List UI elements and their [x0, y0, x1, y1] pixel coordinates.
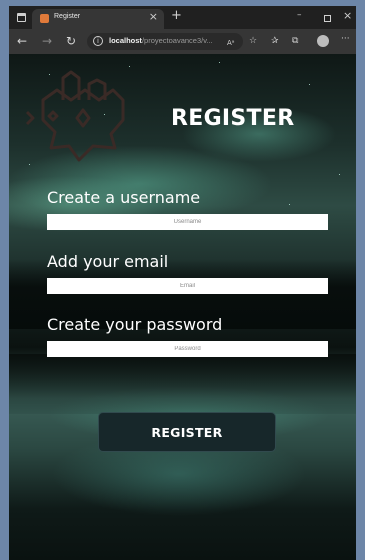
tab-close-icon[interactable]: × — [149, 10, 158, 23]
tab-title: Register — [54, 13, 81, 20]
password-label: Create your password — [47, 315, 223, 334]
favicon-icon — [40, 14, 49, 23]
back-arrow-icon[interactable]: ← — [17, 34, 27, 48]
username-label: Create a username — [47, 188, 201, 207]
read-aloud-icon[interactable]: Aᵃ — [227, 37, 235, 49]
username-input[interactable] — [47, 214, 328, 230]
collections-icon[interactable]: ⧉ — [292, 35, 298, 47]
address-toolbar: ← → ↻ i localhost/proyectoavance3/v... A… — [9, 29, 356, 54]
maximize-icon[interactable] — [324, 15, 331, 22]
new-tab-icon[interactable]: + — [171, 8, 182, 23]
star-plus-icon[interactable]: ☆ — [249, 35, 257, 47]
register-button[interactable]: REGISTER — [98, 412, 276, 452]
reload-icon[interactable]: ↻ — [66, 34, 76, 48]
minimize-icon[interactable]: – — [297, 10, 302, 20]
email-label: Add your email — [47, 252, 169, 271]
castle-logo-icon — [25, 70, 125, 162]
email-input[interactable] — [47, 278, 328, 294]
page-title: REGISTER — [171, 106, 295, 131]
tab-strip: Register × + – × — [9, 6, 356, 29]
favorites-icon[interactable]: ✰ — [271, 35, 279, 47]
profile-avatar-icon[interactable] — [317, 35, 329, 47]
tab-actions-icon[interactable] — [17, 13, 26, 22]
lake-reflection — [9, 354, 356, 414]
register-page: REGISTER Create a username Add your emai… — [9, 54, 356, 560]
forward-arrow-icon[interactable]: → — [42, 34, 52, 48]
more-dots-icon[interactable]: ··· — [341, 33, 350, 45]
password-input[interactable] — [47, 341, 328, 357]
url-host: localhost — [109, 36, 142, 45]
url-text: localhost/proyectoavance3/v... — [109, 36, 213, 45]
window-close-icon[interactable]: × — [343, 9, 352, 22]
address-bar[interactable]: i localhost/proyectoavance3/v... — [87, 33, 243, 50]
url-path: /proyectoavance3/v... — [141, 36, 213, 45]
tab-register[interactable]: Register × — [32, 9, 164, 29]
info-icon[interactable]: i — [93, 36, 103, 46]
browser-window: Register × + – × ← → ↻ i localhost/proye… — [9, 6, 356, 560]
